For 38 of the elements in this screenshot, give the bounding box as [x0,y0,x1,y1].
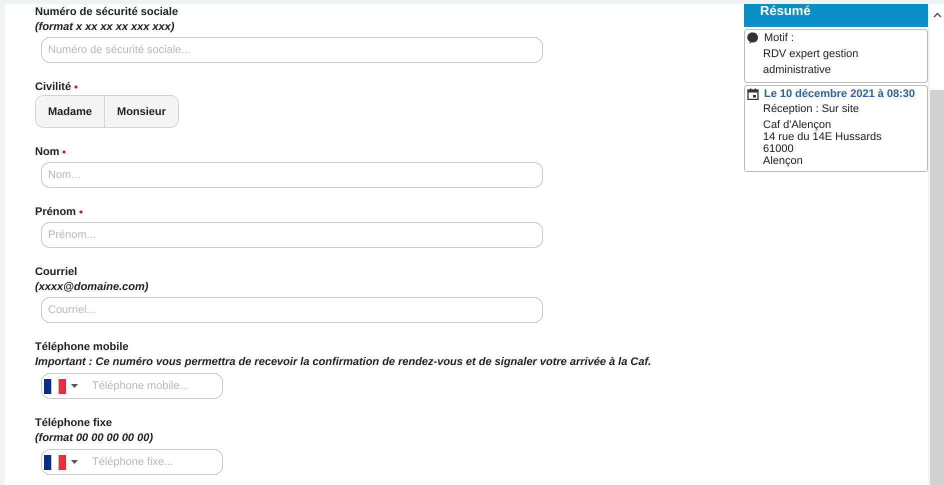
field-hint: Important : Ce numéro vous permettra de recevoir la confirmation de rendez-vous et de signaler votre arrivée à la Caf. [35,355,652,370]
caret-icon[interactable] [71,460,78,464]
calendar-icon [747,88,759,100]
field-label: Numéro de sécurité sociale [35,5,178,20]
address-line: Alençon [763,155,804,167]
text-field[interactable]: Numéro de sécurité sociale... [41,37,543,63]
field-hint: (format x xx xx xx xxx xxx) [35,20,174,35]
field-label: Prénom [35,205,76,220]
scroll-up-icon[interactable] [932,12,942,18]
field-label: Courriel [35,265,78,280]
reason-text: RDV expert gestion administrative [762,47,860,78]
field-label: Civilité [35,80,72,95]
address-line: 14 rue du 14E Hussards [763,131,883,143]
field-label: Téléphone mobile [35,340,129,355]
flag-icon[interactable] [44,378,66,394]
reason-label: Motif : [764,31,794,45]
summary-title: Résumé [760,4,811,17]
scrollbar[interactable] [930,4,944,485]
phone-field[interactable]: Téléphone fixe... [41,449,223,475]
text-field[interactable]: Courriel... [41,297,543,323]
text-field[interactable]: Prénom... [41,222,543,248]
speech-bubble-icon [747,32,759,44]
appointment-date: Le 10 décembre 2021 à 08:30 [764,87,916,101]
scroll-thumb[interactable] [930,90,944,485]
address-line: 61000 [763,143,795,155]
reception-text: Réception : Sur site [762,102,860,117]
field-label: Nom [35,145,60,160]
field-hint: (format 00 00 00 00 00) [35,431,154,446]
text-field[interactable]: Nom... [41,162,543,188]
field-label: Téléphone fixe [35,416,112,431]
phone-number-input[interactable]: Téléphone fixe... [92,456,212,468]
phone-number-input[interactable]: Téléphone mobile... [92,380,212,392]
phone-field[interactable]: Téléphone mobile... [41,373,223,399]
caret-icon[interactable] [71,384,78,388]
field-hint: (xxxx@domaine.com) [35,280,148,295]
option-button[interactable]: Monsieur [104,96,178,127]
flag-icon[interactable] [44,454,66,470]
address-line: Caf d'Alençon [763,119,832,131]
